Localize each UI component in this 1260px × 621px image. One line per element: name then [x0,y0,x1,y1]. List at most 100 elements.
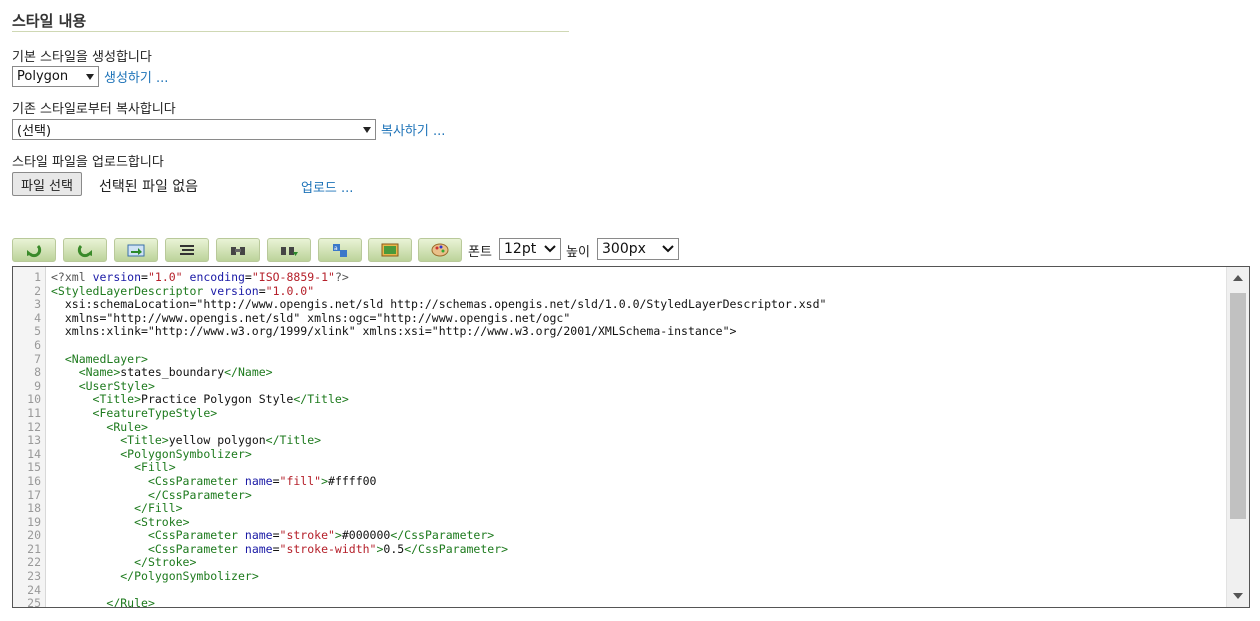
code-line: 5 xmlns:xlink="http://www.w3.org/1999/xl… [13,325,1223,339]
copy-style-label: 기존 스타일로부터 복사합니다 [12,102,176,117]
code-text: </Stroke> [134,555,197,570]
line-number: 24 [27,582,41,597]
reformat-icon [180,245,194,255]
redo-icon [77,244,92,258]
line-number: 16 [27,473,41,488]
code-line: 9 <UserStyle> [13,378,1223,394]
undo-icon [27,244,42,258]
code-text: <?xml version="1.0" encoding="ISO-8859-1… [51,270,349,284]
upload-style-label: 스타일 파일을 업로드합니다 [12,155,164,170]
code-text: <StyledLayerDescriptor version="1.0.0" [51,283,315,298]
code-line: 20 <CssParameter name="stroke">#000000</… [13,528,1223,543]
code-line: 4 xmlns="http://www.opengis.net/sld" xml… [13,310,1223,326]
line-number: 4 [34,310,41,325]
scroll-down-icon[interactable] [1233,593,1243,599]
chevron-down-icon [662,245,674,253]
replace-icon [281,247,298,256]
line-number: 8 [34,365,41,380]
section-divider [12,31,569,32]
code-text: <Title>Practice Polygon Style</Title> [92,392,349,407]
code-text: xsi:schemaLocation="http://www.opengis.n… [51,297,827,312]
svg-text:a: a [334,245,338,252]
existing-style-select[interactable]: (선택) [12,119,376,140]
line-number: 19 [27,514,41,529]
redo-button[interactable] [63,238,107,262]
find-button[interactable] [216,238,260,262]
editor-scrollbar[interactable] [1226,267,1249,607]
font-label: 폰트 [468,245,492,260]
palette-button[interactable] [418,238,462,262]
go-to-line-button[interactable] [114,238,158,262]
code-line: 8 <Name>states_boundary</Name> [13,365,1223,380]
scrollbar-thumb[interactable] [1230,293,1246,519]
reformat-button[interactable] [165,238,209,262]
create-style-label: 기본 스타일을 생성합니다 [12,50,152,65]
section-title: 스타일 내용 [12,12,87,30]
line-number: 9 [34,378,41,393]
replace-button[interactable] [267,238,311,262]
code-text: </Rule> [106,596,155,608]
existing-style-value: (선택) [17,124,52,139]
code-line: 6 [13,337,1223,353]
code-line: 24 [13,582,1223,598]
choose-file-button[interactable]: 파일 선택 [12,172,82,196]
file-status-text: 선택된 파일 없음 [99,179,199,195]
line-number: 15 [27,460,41,475]
code-line: 16 <CssParameter name="fill">#ffff00 [13,473,1223,489]
code-text: <Title>yellow polygon</Title> [120,433,322,448]
font-size-select[interactable]: 12pt [499,238,561,260]
line-number: 18 [27,501,41,516]
code-line: 2 <StyledLayerDescriptor version="1.0.0" [13,283,1223,299]
line-number: 11 [27,405,41,420]
copy-style-link[interactable]: 복사하기 ... [381,120,445,139]
go-to-line-icon [127,244,145,257]
line-number: 12 [27,419,41,434]
line-number: 10 [27,392,41,407]
scroll-up-icon[interactable] [1233,275,1243,281]
style-type-value: Polygon [17,69,69,84]
code-text: xmlns:xlink="http://www.w3.org/1999/xlin… [51,324,737,339]
code-text: xmlns="http://www.opengis.net/sld" xmlns… [51,310,571,325]
code-line: 18 </Fill> [13,501,1223,516]
create-style-link[interactable]: 생성하기 ... [104,67,168,86]
code-text: <Stroke> [134,514,190,529]
chevron-down-icon [544,245,556,253]
line-number: 20 [27,528,41,543]
code-text: <NamedLayer> [64,351,148,366]
undo-button[interactable] [12,238,56,262]
style-type-select[interactable]: Polygon [12,66,99,87]
code-line: 10 <Title>Practice Polygon Style</Title> [13,393,1223,407]
code-text: <FeatureTypeStyle> [92,405,218,420]
code-line: 25 </Rule> [13,596,1223,608]
code-text: <PolygonSymbolizer> [120,446,252,461]
font-size-value: 12pt [504,241,537,257]
code-line: 15 <Fill> [13,461,1223,475]
line-number: 5 [34,324,41,339]
code-line: 1 <?xml version="1.0" encoding="ISO-8859-… [13,270,1223,285]
code-text: <CssParameter name="stroke">#000000</Css… [147,528,495,543]
line-number: 7 [34,351,41,366]
line-number: 6 [34,337,41,352]
code-line: 12 <Rule> [13,419,1223,435]
preview-button[interactable] [368,238,412,262]
line-number: 14 [27,446,41,461]
code-text: <Fill> [134,460,176,475]
line-number: 21 [27,541,41,556]
code-lines: 1 <?xml version="1.0" encoding="ISO-8859-… [13,270,1223,608]
code-line: 13 <Title>yellow polygon</Title> [13,433,1223,448]
color-mode-button[interactable]: a [318,238,362,262]
code-line: 7 <NamedLayer> [13,351,1223,367]
upload-link[interactable]: 업로드 ... [301,177,353,196]
code-text: <Name>states_boundary</Name> [78,365,273,380]
code-text: </Fill> [134,501,183,516]
editor-height-select[interactable]: 300px [597,238,679,260]
sld-code-editor[interactable]: 1 <?xml version="1.0" encoding="ISO-8859-… [12,266,1250,608]
code-line: 22 </Stroke> [13,556,1223,570]
line-number: 23 [27,569,41,584]
line-number: 22 [27,555,41,570]
line-number: 13 [27,433,41,448]
code-text: </PolygonSymbolizer> [120,569,259,584]
line-number: 1 [34,270,41,284]
